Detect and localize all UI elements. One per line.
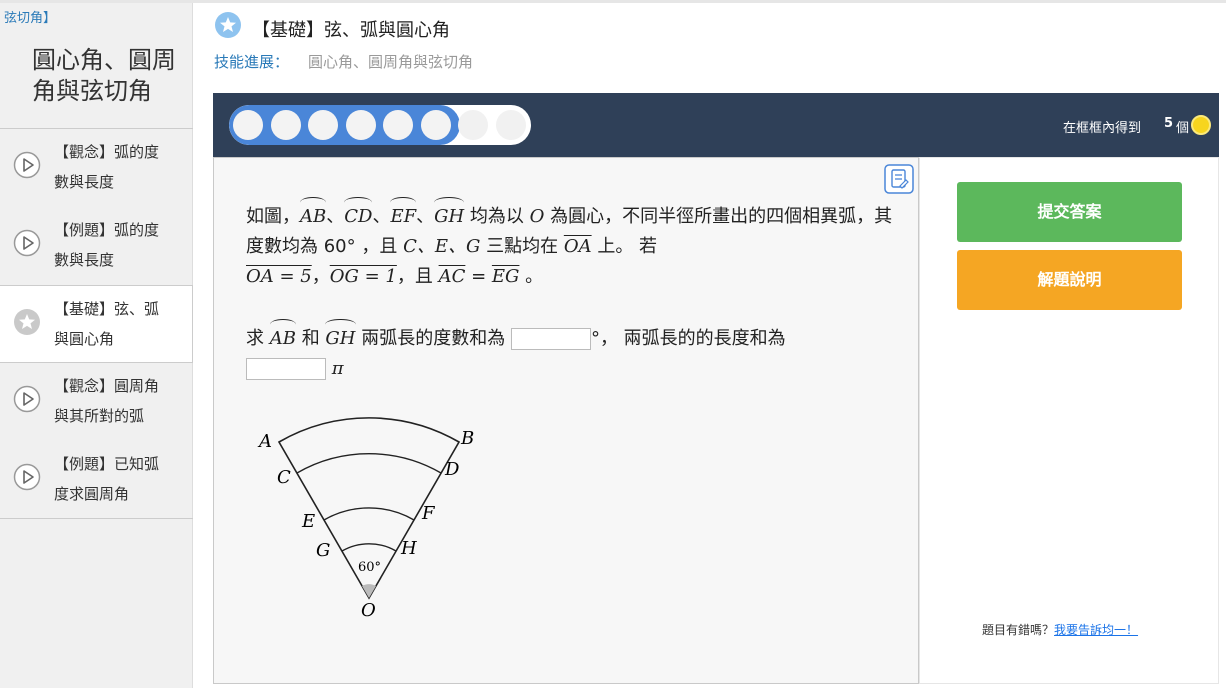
- sidebar-item-inscribed-concept[interactable]: 【觀念】圓周角 與其所對的弧: [0, 363, 193, 441]
- sidebar-list: 【觀念】弧的度 數與長度 【例題】弧的度 數與長度 【基礎】弦、弧 與圓心角 【…: [0, 128, 193, 519]
- submit-answer-button[interactable]: 提交答案: [957, 182, 1182, 242]
- hint-button[interactable]: 解題說明: [957, 250, 1182, 310]
- progress-bar-area: 在框框內得到 5 個: [213, 93, 1219, 157]
- action-panel: 提交答案 解題說明 題目有錯嗎？我要告訴均一！: [919, 157, 1219, 684]
- star-icon: [215, 12, 241, 38]
- sidebar-item-arc-example[interactable]: 【例題】弧的度 數與長度: [0, 207, 193, 285]
- coin-icon: [1191, 115, 1211, 135]
- question-panel: 如圖，AB、CD、EF、GH 均為以 O 為圓心，不同半徑所畫出的四個相異弧，其…: [213, 157, 919, 684]
- sidebar-item-arc-concept[interactable]: 【觀念】弧的度 數與長度: [0, 129, 193, 207]
- play-icon: [13, 229, 41, 257]
- streak-dot: [383, 110, 413, 140]
- sidebar-item-label: 【例題】已知弧 度求圓周角: [54, 455, 160, 503]
- angle-label: 60°: [358, 560, 381, 575]
- sidebar-item-label: 【例題】弧的度 數與長度: [54, 221, 160, 269]
- streak-dot: [308, 110, 338, 140]
- condition-oa: OA = 5: [246, 266, 312, 287]
- play-icon: [13, 151, 41, 179]
- question-prompt: 求 AB 和 GH 兩弧長的度數和為 °， 兩弧長的的長度和為 π: [246, 319, 906, 384]
- play-icon: [13, 385, 41, 413]
- scratchpad-icon[interactable]: [884, 164, 914, 194]
- skill-progress-label: 技能進展：: [214, 53, 290, 71]
- sidebar-title: 圓心角、圓周角與弦切角: [32, 46, 176, 105]
- page-title: 【基礎】弦、弧與圓心角: [252, 20, 450, 41]
- report-error-link[interactable]: 我要告訴均一！: [1054, 623, 1138, 637]
- sidebar: 弦切角】 圓心角、圓周角與弦切角 【觀念】弧的度 數與長度 【例題】弧的度 數與長度: [0, 3, 193, 688]
- goal-unit: 個: [1175, 121, 1189, 136]
- play-icon: [13, 463, 41, 491]
- streak-dot: [233, 110, 263, 140]
- streak-progress: [229, 105, 531, 145]
- arc-AB: AB: [300, 197, 327, 232]
- report-error: 題目有錯嗎？我要告訴均一！: [982, 623, 1139, 637]
- arc-EF: EF: [390, 197, 416, 232]
- label-E: E: [301, 511, 315, 532]
- sidebar-item-label: 【觀念】圓周角 與其所對的弧: [54, 377, 160, 425]
- streak-dot: [270, 110, 301, 140]
- label-C: C: [277, 467, 291, 488]
- sidebar-item-chord-basic[interactable]: 【基礎】弦、弧 與圓心角: [0, 285, 193, 363]
- label-A: A: [257, 431, 272, 452]
- sector-diagram: A B C D E F G H O 60°: [257, 417, 474, 621]
- arc-GH: GH: [434, 197, 465, 232]
- answer-input-length[interactable]: [246, 358, 326, 380]
- label-O: O: [361, 600, 376, 621]
- star-icon: [14, 309, 40, 335]
- breadcrumb[interactable]: 弦切角】: [4, 7, 56, 26]
- goal-count: 5: [1163, 116, 1173, 131]
- label-D: D: [444, 459, 460, 480]
- sidebar-item-label: 【觀念】弧的度 數與長度: [54, 143, 160, 191]
- label-B: B: [460, 428, 474, 449]
- skill-progress-value[interactable]: 圓心角、圓周角與弦切角: [308, 51, 473, 72]
- streak-dot: [495, 110, 526, 140]
- goal-text: 在框框內得到: [1062, 121, 1141, 136]
- label-G: G: [316, 540, 330, 561]
- arc-CD: CD: [344, 197, 373, 232]
- answer-input-degree[interactable]: [510, 328, 591, 350]
- label-H: H: [400, 538, 417, 559]
- streak-dot: [458, 110, 488, 140]
- label-F: F: [421, 503, 436, 524]
- sidebar-item-inscribed-example[interactable]: 【例題】已知弧 度求圓周角: [0, 441, 193, 519]
- streak-dot: [420, 110, 451, 140]
- sidebar-item-label: 【基礎】弦、弧 與圓心角: [54, 300, 160, 348]
- condition-og: OG = 1: [329, 266, 397, 287]
- question-text: 如圖，AB、CD、EF、GH 均為以 O 為圓心，不同半徑所畫出的四個相異弧，其…: [246, 197, 896, 292]
- streak-dot: [345, 110, 376, 140]
